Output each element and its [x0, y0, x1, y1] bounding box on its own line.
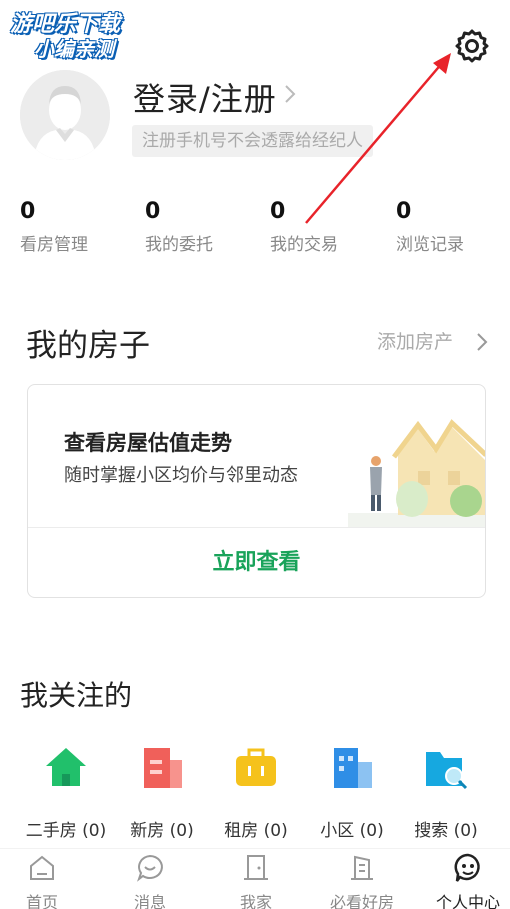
login-hint-badge: 注册手机号不会透露给经纪人 [132, 125, 373, 157]
follow-item-community[interactable]: 小区 (0) [304, 744, 400, 841]
red-building-icon [144, 748, 182, 788]
stat-my-entrust[interactable]: 0 我的委托 [145, 198, 265, 255]
stat-my-transaction[interactable]: 0 我的交易 [270, 198, 390, 255]
stats-row: 0 看房管理 0 我的委托 0 我的交易 0 浏览记录 [0, 198, 510, 260]
follow-item-new-house[interactable]: 新房 (0) [114, 744, 210, 841]
tab-label: 个人中心 [435, 893, 500, 909]
add-property-link[interactable]: 添加房产 [377, 327, 453, 354]
gear-icon[interactable] [454, 28, 490, 64]
tab-label: 必看好房 [329, 893, 394, 909]
follow-label: 租房 (0) [224, 821, 288, 841]
stat-label: 我的委托 [145, 235, 213, 255]
card-subtitle: 随时掌握小区均价与邻里动态 [64, 465, 298, 486]
home-icon [30, 855, 54, 880]
stat-label: 浏览记录 [396, 235, 464, 255]
door-icon [244, 855, 268, 880]
stat-label: 我的交易 [270, 235, 338, 255]
stat-browse-history[interactable]: 0 浏览记录 [396, 198, 510, 255]
tab-profile[interactable]: 个人中心 [417, 849, 510, 909]
green-house-icon [46, 748, 86, 786]
stat-label: 看房管理 [20, 235, 88, 255]
tab-label: 消息 [133, 893, 166, 909]
stat-value: 0 [20, 199, 36, 224]
follow-label: 新房 (0) [130, 821, 194, 841]
following-title: 我关注的 [20, 679, 133, 712]
tab-messages[interactable]: 消息 [99, 849, 201, 909]
watermark-line2: 小编亲测 [34, 37, 114, 61]
watermark-line1: 游吧乐下载 [10, 12, 121, 37]
follow-label: 搜索 (0) [414, 821, 478, 841]
login-register-link[interactable]: 登录/注册 [133, 74, 277, 120]
watermark-logo: 游吧乐下载 小编亲测 [10, 12, 150, 62]
view-now-button[interactable]: 立即查看 [28, 528, 485, 597]
follow-label: 二手房 (0) [25, 821, 107, 841]
profile-icon [454, 853, 480, 882]
follow-item-rent[interactable]: 租房 (0) [208, 744, 304, 841]
tab-must-see[interactable]: 必看好房 [311, 849, 413, 909]
chevron-right-icon[interactable] [476, 332, 488, 352]
building-icon [351, 855, 373, 880]
avatar[interactable] [20, 70, 110, 160]
house-valuation-card[interactable]: 查看房屋估值走势 随时掌握小区均价与邻里动态 立即查看 [27, 384, 486, 598]
stat-value: 0 [145, 199, 161, 224]
cyan-folder-search-icon [426, 752, 468, 790]
tab-my-home[interactable]: 我家 [205, 849, 307, 909]
tab-label: 我家 [239, 893, 272, 909]
tab-home[interactable]: 首页 [0, 849, 93, 909]
stat-value: 0 [270, 199, 286, 224]
follow-label: 小区 (0) [320, 821, 384, 841]
blue-apartment-icon [334, 748, 372, 788]
chevron-right-icon[interactable] [284, 84, 296, 104]
follow-item-search[interactable]: 搜索 (0) [398, 744, 494, 841]
stat-value: 0 [396, 199, 412, 224]
house-illustration-icon [348, 419, 485, 527]
follow-item-second-hand[interactable]: 二手房 (0) [18, 744, 114, 841]
bottom-tab-bar: 首页 消息 我家 必看好房 个人中心 [0, 848, 510, 909]
tab-label: 首页 [25, 893, 58, 909]
yellow-suitcase-icon [236, 748, 276, 786]
chat-icon [137, 854, 163, 882]
card-title: 查看房屋估值走势 [64, 431, 232, 455]
stat-viewing-management[interactable]: 0 看房管理 [20, 198, 140, 255]
my-house-title: 我的房子 [26, 328, 150, 364]
avatar-placeholder-icon [20, 70, 110, 160]
